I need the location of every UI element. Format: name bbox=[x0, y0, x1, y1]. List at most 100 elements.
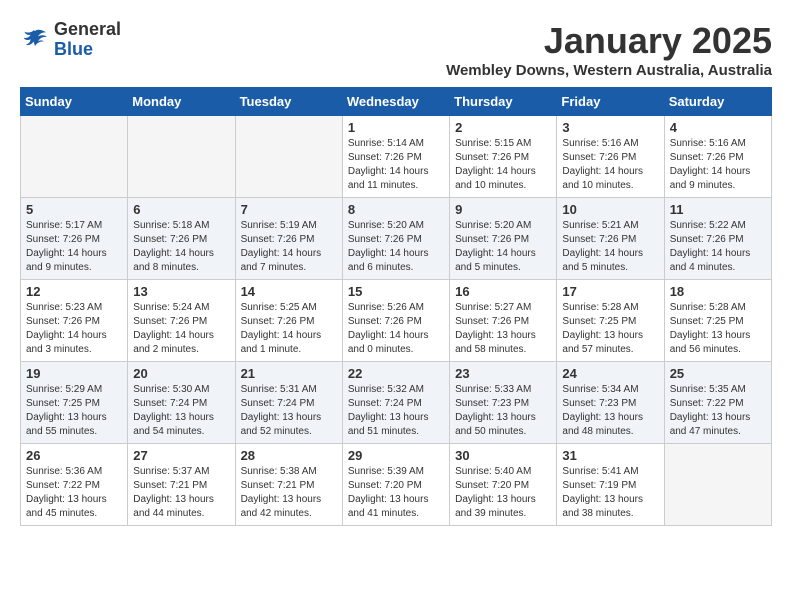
calendar-day-cell: 9 Sunrise: 5:20 AM Sunset: 7:26 PM Daylig… bbox=[450, 198, 557, 280]
calendar-day-cell: 11 Sunrise: 5:22 AM Sunset: 7:26 PM Dayli… bbox=[664, 198, 771, 280]
day-info: Sunrise: 5:32 AM Sunset: 7:24 PM Dayligh… bbox=[348, 383, 444, 439]
day-number: 26 bbox=[26, 448, 122, 463]
day-number: 1 bbox=[348, 120, 444, 135]
calendar-week-row: 26 Sunrise: 5:36 AM Sunset: 7:22 PM Dayli… bbox=[21, 444, 772, 526]
calendar-day-cell: 4 Sunrise: 5:16 AM Sunset: 7:26 PM Daylig… bbox=[664, 116, 771, 198]
day-number: 2 bbox=[455, 120, 551, 135]
calendar-day-cell bbox=[128, 116, 235, 198]
day-info: Sunrise: 5:17 AM Sunset: 7:26 PM Dayligh… bbox=[26, 219, 122, 275]
header: General Blue January 2025 Wembley Downs,… bbox=[20, 20, 772, 79]
calendar-day-cell: 2 Sunrise: 5:15 AM Sunset: 7:26 PM Daylig… bbox=[450, 116, 557, 198]
day-info: Sunrise: 5:35 AM Sunset: 7:22 PM Dayligh… bbox=[670, 383, 766, 439]
calendar-day-cell: 8 Sunrise: 5:20 AM Sunset: 7:26 PM Daylig… bbox=[342, 198, 449, 280]
calendar-day-cell: 21Sunrise: 5:31 AM Sunset: 7:24 PM Dayli… bbox=[235, 362, 342, 444]
calendar-day-cell bbox=[21, 116, 128, 198]
day-number: 4 bbox=[670, 120, 766, 135]
day-number: 19 bbox=[26, 366, 122, 381]
title-block: January 2025 Wembley Downs, Western Aust… bbox=[446, 20, 772, 79]
day-number: 28 bbox=[241, 448, 337, 463]
calendar-day-cell: 12 Sunrise: 5:23 AM Sunset: 7:26 PM Dayli… bbox=[21, 280, 128, 362]
day-info: Sunrise: 5:25 AM Sunset: 7:26 PM Dayligh… bbox=[241, 301, 337, 357]
day-info: Sunrise: 5:34 AM Sunset: 7:23 PM Dayligh… bbox=[562, 383, 658, 439]
day-number: 11 bbox=[670, 202, 766, 217]
calendar-day-cell: 6 Sunrise: 5:18 AM Sunset: 7:26 PM Daylig… bbox=[128, 198, 235, 280]
weekday-header-wednesday: Wednesday bbox=[342, 88, 449, 116]
day-info: Sunrise: 5:29 AM Sunset: 7:25 PM Dayligh… bbox=[26, 383, 122, 439]
calendar-day-cell bbox=[235, 116, 342, 198]
calendar-day-cell: 16 Sunrise: 5:27 AM Sunset: 7:26 PM Dayli… bbox=[450, 280, 557, 362]
day-info: Sunrise: 5:23 AM Sunset: 7:26 PM Dayligh… bbox=[26, 301, 122, 357]
day-number: 12 bbox=[26, 284, 122, 299]
calendar-day-cell: 23Sunrise: 5:33 AM Sunset: 7:23 PM Dayli… bbox=[450, 362, 557, 444]
calendar-week-row: 19 Sunrise: 5:29 AM Sunset: 7:25 PM Dayli… bbox=[21, 362, 772, 444]
day-number: 25 bbox=[670, 366, 766, 381]
calendar-day-cell: 1 Sunrise: 5:14 AM Sunset: 7:26 PM Daylig… bbox=[342, 116, 449, 198]
day-number: 14 bbox=[241, 284, 337, 299]
calendar-day-cell: 5 Sunrise: 5:17 AM Sunset: 7:26 PM Daylig… bbox=[21, 198, 128, 280]
calendar-day-cell: 7 Sunrise: 5:19 AM Sunset: 7:26 PM Daylig… bbox=[235, 198, 342, 280]
day-info: Sunrise: 5:31 AM Sunset: 7:24 PM Dayligh… bbox=[241, 383, 337, 439]
weekday-header-thursday: Thursday bbox=[450, 88, 557, 116]
day-number: 22 bbox=[348, 366, 444, 381]
day-info: Sunrise: 5:21 AM Sunset: 7:26 PM Dayligh… bbox=[562, 219, 658, 275]
calendar-day-cell: 30 Sunrise: 5:40 AM Sunset: 7:20 PM Dayli… bbox=[450, 444, 557, 526]
calendar-day-cell: 20 Sunrise: 5:30 AM Sunset: 7:24 PM Dayli… bbox=[128, 362, 235, 444]
calendar-day-cell: 13 Sunrise: 5:24 AM Sunset: 7:26 PM Dayli… bbox=[128, 280, 235, 362]
calendar-week-row: 1 Sunrise: 5:14 AM Sunset: 7:26 PM Daylig… bbox=[21, 116, 772, 198]
calendar-day-cell: 17Sunrise: 5:28 AM Sunset: 7:25 PM Dayli… bbox=[557, 280, 664, 362]
weekday-header-tuesday: Tuesday bbox=[235, 88, 342, 116]
calendar-day-cell: 31Sunrise: 5:41 AM Sunset: 7:19 PM Dayli… bbox=[557, 444, 664, 526]
day-info: Sunrise: 5:40 AM Sunset: 7:20 PM Dayligh… bbox=[455, 465, 551, 521]
calendar-day-cell: 24 Sunrise: 5:34 AM Sunset: 7:23 PM Dayli… bbox=[557, 362, 664, 444]
day-info: Sunrise: 5:36 AM Sunset: 7:22 PM Dayligh… bbox=[26, 465, 122, 521]
day-number: 16 bbox=[455, 284, 551, 299]
day-number: 9 bbox=[455, 202, 551, 217]
calendar-week-row: 5 Sunrise: 5:17 AM Sunset: 7:26 PM Daylig… bbox=[21, 198, 772, 280]
day-info: Sunrise: 5:16 AM Sunset: 7:26 PM Dayligh… bbox=[670, 137, 766, 193]
logo-bird-icon bbox=[20, 25, 50, 55]
day-info: Sunrise: 5:30 AM Sunset: 7:24 PM Dayligh… bbox=[133, 383, 229, 439]
day-info: Sunrise: 5:22 AM Sunset: 7:26 PM Dayligh… bbox=[670, 219, 766, 275]
weekday-header-friday: Friday bbox=[557, 88, 664, 116]
calendar-day-cell bbox=[664, 444, 771, 526]
day-info: Sunrise: 5:26 AM Sunset: 7:26 PM Dayligh… bbox=[348, 301, 444, 357]
day-number: 29 bbox=[348, 448, 444, 463]
calendar-day-cell: 18Sunrise: 5:28 AM Sunset: 7:25 PM Dayli… bbox=[664, 280, 771, 362]
day-number: 30 bbox=[455, 448, 551, 463]
logo-text: General Blue bbox=[54, 20, 121, 60]
month-year-title: January 2025 bbox=[446, 20, 772, 62]
day-info: Sunrise: 5:39 AM Sunset: 7:20 PM Dayligh… bbox=[348, 465, 444, 521]
calendar-week-row: 12 Sunrise: 5:23 AM Sunset: 7:26 PM Dayli… bbox=[21, 280, 772, 362]
calendar-day-cell: 27Sunrise: 5:37 AM Sunset: 7:21 PM Dayli… bbox=[128, 444, 235, 526]
calendar-day-cell: 15Sunrise: 5:26 AM Sunset: 7:26 PM Dayli… bbox=[342, 280, 449, 362]
day-number: 10 bbox=[562, 202, 658, 217]
day-info: Sunrise: 5:15 AM Sunset: 7:26 PM Dayligh… bbox=[455, 137, 551, 193]
day-info: Sunrise: 5:27 AM Sunset: 7:26 PM Dayligh… bbox=[455, 301, 551, 357]
day-info: Sunrise: 5:38 AM Sunset: 7:21 PM Dayligh… bbox=[241, 465, 337, 521]
day-info: Sunrise: 5:33 AM Sunset: 7:23 PM Dayligh… bbox=[455, 383, 551, 439]
calendar-day-cell: 10 Sunrise: 5:21 AM Sunset: 7:26 PM Dayli… bbox=[557, 198, 664, 280]
day-info: Sunrise: 5:20 AM Sunset: 7:26 PM Dayligh… bbox=[455, 219, 551, 275]
day-info: Sunrise: 5:19 AM Sunset: 7:26 PM Dayligh… bbox=[241, 219, 337, 275]
day-info: Sunrise: 5:16 AM Sunset: 7:26 PM Dayligh… bbox=[562, 137, 658, 193]
calendar-day-cell: 28 Sunrise: 5:38 AM Sunset: 7:21 PM Dayli… bbox=[235, 444, 342, 526]
day-info: Sunrise: 5:18 AM Sunset: 7:26 PM Dayligh… bbox=[133, 219, 229, 275]
day-number: 7 bbox=[241, 202, 337, 217]
calendar-day-cell: 25 Sunrise: 5:35 AM Sunset: 7:22 PM Dayli… bbox=[664, 362, 771, 444]
day-number: 5 bbox=[26, 202, 122, 217]
day-number: 27 bbox=[133, 448, 229, 463]
weekday-header-row: SundayMondayTuesdayWednesdayThursdayFrid… bbox=[21, 88, 772, 116]
day-info: Sunrise: 5:14 AM Sunset: 7:26 PM Dayligh… bbox=[348, 137, 444, 193]
day-number: 6 bbox=[133, 202, 229, 217]
day-info: Sunrise: 5:20 AM Sunset: 7:26 PM Dayligh… bbox=[348, 219, 444, 275]
calendar-day-cell: 3 Sunrise: 5:16 AM Sunset: 7:26 PM Daylig… bbox=[557, 116, 664, 198]
day-number: 13 bbox=[133, 284, 229, 299]
day-number: 24 bbox=[562, 366, 658, 381]
day-info: Sunrise: 5:24 AM Sunset: 7:26 PM Dayligh… bbox=[133, 301, 229, 357]
weekday-header-monday: Monday bbox=[128, 88, 235, 116]
day-number: 20 bbox=[133, 366, 229, 381]
day-number: 3 bbox=[562, 120, 658, 135]
location-subtitle: Wembley Downs, Western Australia, Austra… bbox=[446, 62, 772, 79]
day-number: 18 bbox=[670, 284, 766, 299]
day-number: 8 bbox=[348, 202, 444, 217]
